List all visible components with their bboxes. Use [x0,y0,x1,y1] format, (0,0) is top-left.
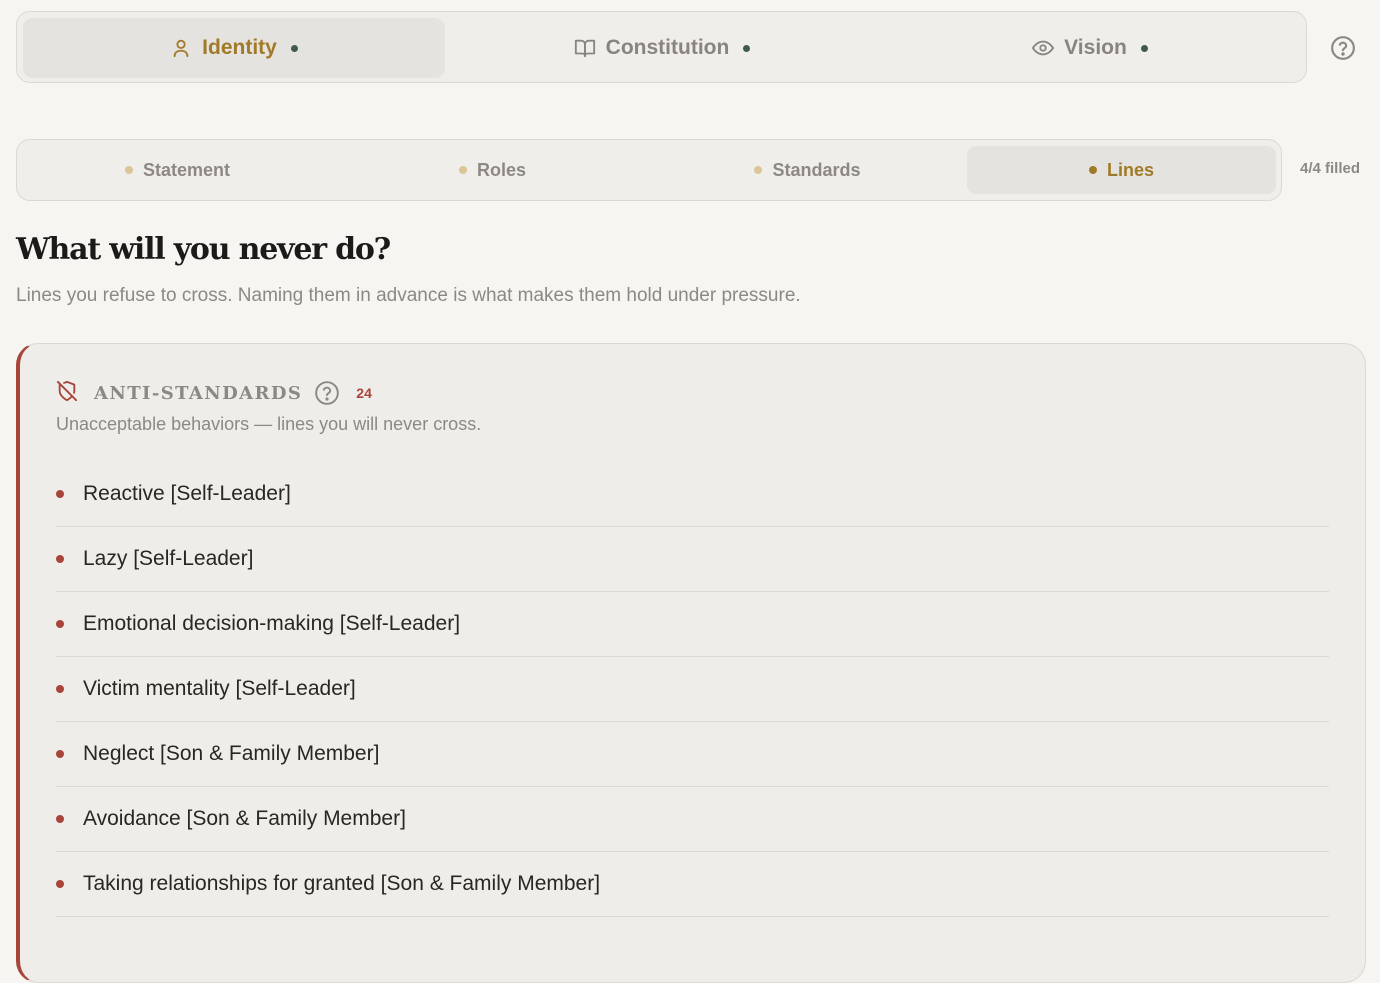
bullet-dot [56,880,64,888]
status-dot [754,166,763,174]
list-item[interactable]: Reactive [Self-Leader] [56,462,1329,527]
status-dot [1088,166,1097,174]
list-item[interactable]: Avoidance [Son & Family Member] [56,787,1329,852]
bullet-dot [56,620,64,628]
list-item[interactable]: Emotional decision-making [Self-Leader] [56,592,1329,657]
list-item[interactable]: Neglect [Son & Family Member] [56,722,1329,787]
anti-standards-card: ANTI-STANDARDS 24 Unacceptable behaviors… [16,343,1366,983]
status-dot [290,44,298,52]
list-item[interactable]: Victim mentality [Self-Leader] [56,657,1329,722]
list-item[interactable]: Lazy [Self-Leader] [56,527,1329,592]
tab-statement-label: Statement [142,159,231,180]
bullet-dot [56,555,64,563]
tab-roles-label: Roles [476,159,527,180]
tab-identity-label: Identity [202,36,277,59]
tab-lines-label: Lines [1106,159,1154,180]
tab-standards[interactable]: Standards [653,146,962,194]
person-icon [170,37,192,59]
page-subtitle: Lines you refuse to cross. Naming them i… [16,285,801,306]
status-dot [124,166,133,174]
item-count-badge: 24 [356,385,372,401]
card-header: ANTI-STANDARDS 24 [56,380,372,406]
tab-statement[interactable]: Statement [23,146,332,194]
tab-vision-label: Vision [1064,36,1127,59]
tab-lines[interactable]: Lines [967,146,1276,194]
section-tabs: Identity Constitution Vision [16,11,1307,83]
shield-off-icon [56,380,82,406]
list-item-text: Avoidance [Son & Family Member] [83,807,406,830]
list-item-text: Victim mentality [Self-Leader] [83,677,356,700]
tab-constitution[interactable]: Constitution [451,18,873,78]
card-title: ANTI-STANDARDS [94,382,303,404]
card-description: Unacceptable behaviors — lines you will … [56,414,482,434]
list-item-text: Lazy [Self-Leader] [83,547,254,570]
status-dot [743,44,751,52]
bullet-dot [56,685,64,693]
list-item[interactable]: Taking relationships for granted [Son & … [56,852,1329,917]
tab-constitution-label: Constitution [605,36,730,59]
bullet-dot [56,750,64,758]
book-icon [574,37,596,59]
help-circle-icon[interactable] [314,380,340,406]
status-dot [1140,44,1148,52]
progress-count: 4/4 filled [1300,160,1361,177]
status-dot [458,166,467,174]
list-item-text: Emotional decision-making [Self-Leader] [83,612,461,635]
list-item-text: Reactive [Self-Leader] [83,482,291,505]
help-circle-icon[interactable] [1330,35,1356,61]
list-item-text: Neglect [Son & Family Member] [83,742,380,765]
list-item-text: Taking relationships for granted [Son & … [83,872,601,895]
anti-standards-list: Reactive [Self-Leader] Lazy [Self-Leader… [56,462,1329,917]
tab-standards-label: Standards [772,159,861,180]
page-title: What will you never do? [16,232,391,267]
eye-icon [1032,37,1055,59]
tab-identity[interactable]: Identity [23,18,445,78]
bullet-dot [56,490,64,498]
bullet-dot [56,815,64,823]
tab-vision[interactable]: Vision [879,18,1301,78]
tab-roles[interactable]: Roles [338,146,647,194]
subsection-tabs: Statement Roles Standards Lines [16,139,1282,201]
